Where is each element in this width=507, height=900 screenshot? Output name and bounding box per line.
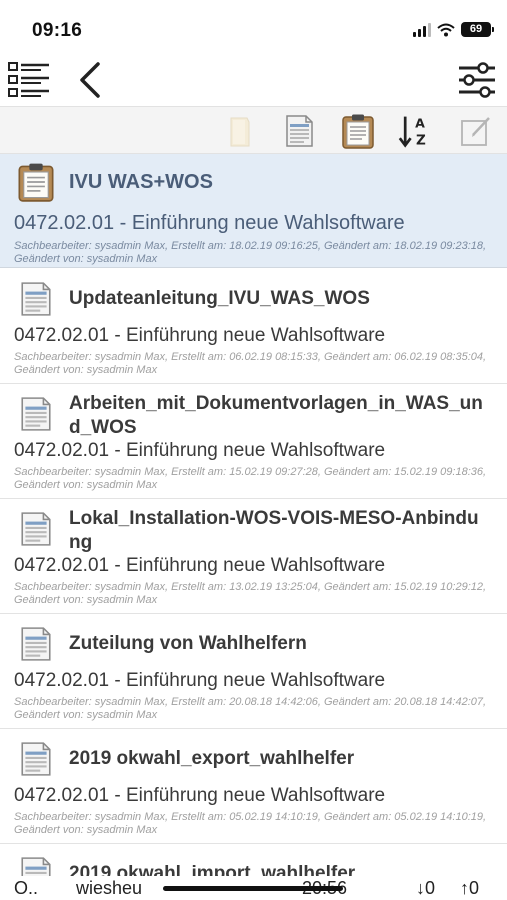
document-icon	[286, 115, 313, 147]
document-icon	[21, 512, 51, 546]
item-subtitle: 0472.02.01 - Einführung neue Wahlsoftwar…	[14, 670, 386, 691]
item-title: 2019 okwahl_import_wahlhelfer	[69, 863, 356, 876]
clipboard-icon	[18, 163, 54, 202]
bottom-user: wiesheu	[76, 878, 143, 898]
sliders-icon	[459, 62, 495, 98]
bottom-up-count: ↑0	[460, 878, 480, 898]
svg-text:A: A	[415, 115, 425, 130]
list-item[interactable]: 2019 okwahl_import_wahlhelfer	[0, 844, 507, 876]
list-menu-button[interactable]	[6, 60, 52, 100]
battery-icon: 69	[461, 22, 494, 37]
toolbar: A Z	[0, 106, 507, 154]
new-document-button[interactable]	[281, 113, 317, 149]
list-icon	[8, 62, 49, 97]
item-subtitle: 0472.02.01 - Einführung neue Wahlsoftwar…	[14, 555, 386, 576]
document-icon	[21, 282, 51, 316]
wifi-icon	[437, 23, 455, 36]
edit-button[interactable]	[458, 113, 494, 149]
item-title: Lokal_Installation-WOS-VOIS-MESO-Anbindu…	[69, 508, 479, 553]
nav-bar	[0, 52, 507, 106]
document-icon	[21, 742, 51, 776]
sort-az-icon: A Z	[398, 115, 426, 149]
status-icons: 69	[413, 22, 494, 37]
item-subtitle: 0472.02.01 - Einführung neue Wahlsoftwar…	[14, 785, 386, 806]
new-folder-button[interactable]	[222, 113, 258, 149]
item-subtitle: 0472.02.01 - Einführung neue Wahlsoftwar…	[14, 325, 386, 346]
filter-settings-button[interactable]	[454, 60, 500, 100]
item-subtitle: 0472.02.01 - Einführung neue Wahlsoftwar…	[14, 440, 386, 461]
folder-icon	[230, 117, 250, 147]
parent-folder-item[interactable]: IVU WAS+WOS 0472.02.01 - Einführung neue…	[0, 154, 507, 268]
back-button[interactable]	[66, 60, 112, 100]
signal-icon	[413, 22, 431, 37]
list-item[interactable]: 2019 okwahl_export_wahlhelfer 0472.02.01…	[0, 729, 507, 844]
item-meta: Sachbearbeiter: sysadmin Max, Erstellt a…	[14, 351, 487, 376]
new-clipboard-button[interactable]	[340, 113, 376, 149]
document-icon	[21, 397, 51, 431]
edit-icon	[461, 117, 490, 146]
clipboard-icon	[342, 114, 374, 149]
item-meta: Sachbearbeiter: sysadmin Max, Erstellt a…	[14, 581, 487, 606]
list-item[interactable]: Lokal_Installation-WOS-VOIS-MESO-Anbindu…	[0, 499, 507, 614]
home-indicator[interactable]	[163, 886, 343, 891]
item-meta: Sachbearbeiter: sysadmin Max, Erstellt a…	[14, 696, 487, 721]
document-icon	[21, 857, 51, 876]
parent-title: IVU WAS+WOS	[69, 171, 213, 193]
item-title: 2019 okwahl_export_wahlhelfer	[69, 748, 355, 769]
list-item[interactable]: Updateanleitung_IVU_WAS_WOS 0472.02.01 -…	[0, 269, 507, 384]
parent-meta: Sachbearbeiter: sysadmin Max, Erstellt a…	[14, 240, 487, 265]
sort-button[interactable]: A Z	[398, 113, 434, 149]
item-title: Updateanleitung_IVU_WAS_WOS	[69, 288, 370, 309]
list-item[interactable]: Zuteilung von Wahlhelfern 0472.02.01 - E…	[0, 614, 507, 729]
bottom-left-label: O..	[14, 878, 39, 898]
item-meta: Sachbearbeiter: sysadmin Max, Erstellt a…	[14, 811, 487, 836]
chevron-left-icon	[80, 62, 100, 98]
item-title: Zuteilung von Wahlhelfern	[69, 633, 307, 654]
item-title: Arbeiten_mit_Dokumentvorlagen_in_WAS_und…	[69, 393, 483, 438]
document-icon	[21, 627, 51, 661]
parent-subtitle: 0472.02.01 - Einführung neue Wahlsoftwar…	[14, 212, 405, 234]
svg-text:Z: Z	[416, 133, 426, 149]
status-bar: 09:16 69	[0, 0, 507, 50]
item-meta: Sachbearbeiter: sysadmin Max, Erstellt a…	[14, 466, 487, 491]
list-item[interactable]: Arbeiten_mit_Dokumentvorlagen_in_WAS_und…	[0, 384, 507, 499]
status-time: 09:16	[32, 20, 83, 41]
bottom-down-count: ↓0	[416, 878, 436, 898]
